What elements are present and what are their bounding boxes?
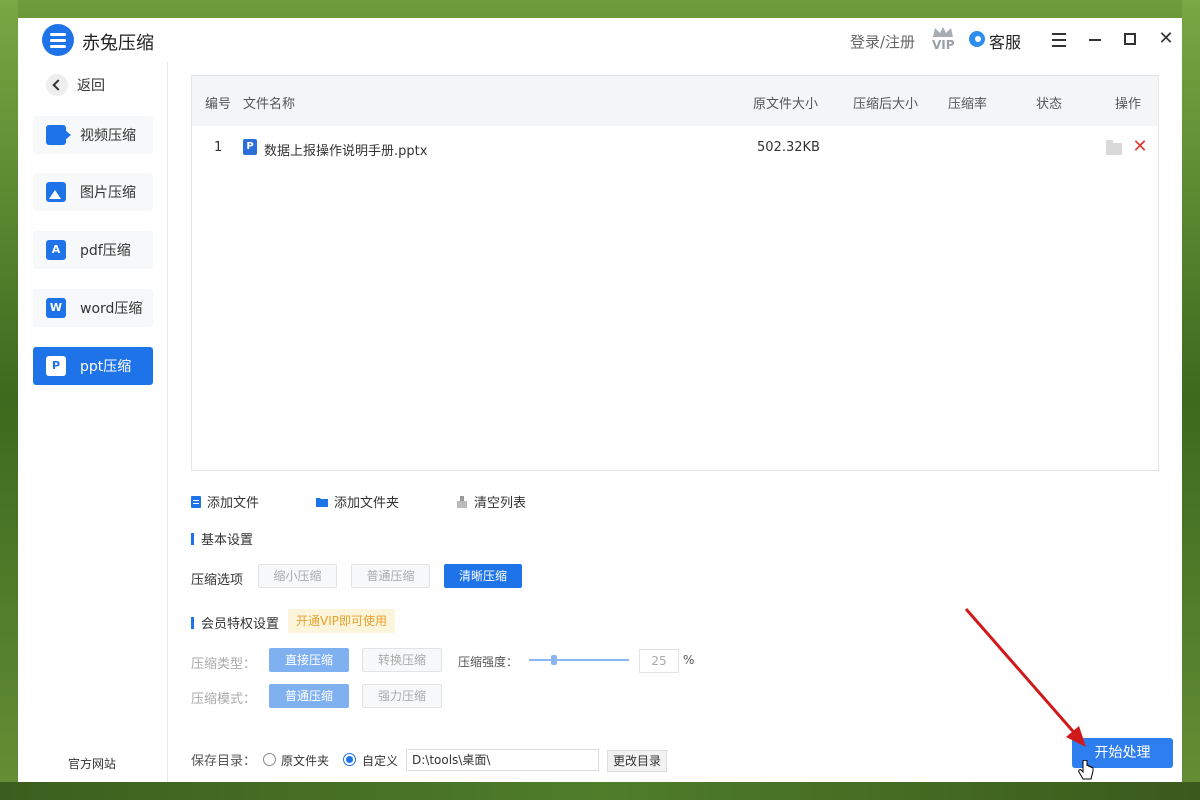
maximize-button[interactable] <box>1117 26 1143 52</box>
sidebar-item-label: 视频压缩 <box>80 128 136 144</box>
shrink-compress-button[interactable]: 缩小压缩 <box>258 564 337 588</box>
pptx-file-icon: P <box>243 139 257 155</box>
broom-icon <box>457 495 467 508</box>
table-row[interactable]: 1 P 数据上报操作说明手册.pptx 502.32KB ✕ <box>192 126 1158 168</box>
compress-mode-label: 压缩模式： <box>191 692 257 707</box>
section-marker <box>191 532 194 545</box>
vip-label: VIP <box>932 38 955 52</box>
image-icon <box>46 182 66 202</box>
sidebar-item-word[interactable]: W word压缩 <box>33 289 153 327</box>
vip-settings-title: 会员特权设置 <box>191 613 279 632</box>
strength-input[interactable]: 25 <box>639 649 679 673</box>
section-title-text: 会员特权设置 <box>201 617 280 632</box>
app-logo-icon <box>42 24 74 56</box>
official-website-link[interactable]: 官方网站 <box>68 755 116 772</box>
folder-icon <box>316 497 328 507</box>
background-left <box>0 0 18 800</box>
column-header: 编号 <box>205 97 232 112</box>
minimize-button[interactable] <box>1082 26 1108 52</box>
app-window: 赤兔压缩 登录/注册 VIP 客服 ✕ 返回 视频压缩 图片压缩 A pdf压缩… <box>18 18 1182 782</box>
delete-icon[interactable]: ✕ <box>1131 138 1149 156</box>
direct-compress-button[interactable]: 直接压缩 <box>269 648 349 672</box>
add-file-button[interactable]: 添加文件 <box>191 492 259 511</box>
normal-mode-button[interactable]: 普通压缩 <box>269 684 349 708</box>
table-header: 编号 文件名称 原文件大小 压缩后大小 压缩率 状态 操作 <box>192 76 1158 126</box>
save-path-input[interactable]: D:\tools\桌面\ <box>406 749 599 771</box>
back-arrow-icon <box>46 74 68 96</box>
custom-folder-label: 自定义 <box>362 754 399 768</box>
add-folder-button[interactable]: 添加文件夹 <box>316 492 399 511</box>
sidebar-item-image[interactable]: 图片压缩 <box>33 173 153 211</box>
change-directory-button[interactable]: 更改目录 <box>607 750 667 772</box>
sidebar-item-video[interactable]: 视频压缩 <box>33 116 153 154</box>
video-icon <box>46 125 71 145</box>
close-button[interactable]: ✕ <box>1153 26 1179 52</box>
vip-crown-icon[interactable]: VIP <box>930 26 956 54</box>
menu-button[interactable] <box>1046 26 1072 52</box>
clear-list-label: 清空列表 <box>474 496 527 511</box>
add-file-label: 添加文件 <box>207 496 260 511</box>
file-table: 编号 文件名称 原文件大小 压缩后大小 压缩率 状态 操作 1 P 数据上报操作… <box>191 75 1159 471</box>
original-folder-label: 原文件夹 <box>281 754 330 768</box>
strength-slider-handle[interactable] <box>551 655 557 665</box>
vip-unlock-badge[interactable]: 开通VIP即可使用 <box>288 609 395 633</box>
pdf-icon: A <box>46 240 66 260</box>
original-size: 502.32KB <box>757 140 820 155</box>
normal-compress-button[interactable]: 普通压缩 <box>351 564 430 588</box>
sidebar-item-ppt[interactable]: P ppt压缩 <box>33 347 153 385</box>
strength-slider-track[interactable] <box>529 659 629 661</box>
column-header: 操作 <box>1115 97 1142 112</box>
save-directory-label: 保存目录： <box>191 754 257 769</box>
original-folder-radio[interactable] <box>263 753 276 766</box>
login-register-link[interactable]: 登录/注册 <box>850 31 915 52</box>
sidebar-item-label: 图片压缩 <box>80 185 136 201</box>
clear-compress-button[interactable]: 清晰压缩 <box>444 564 522 588</box>
compress-type-label: 压缩类型： <box>191 657 257 672</box>
background-bottom <box>0 782 1200 800</box>
sidebar-item-label: word压缩 <box>80 301 143 317</box>
row-index: 1 <box>214 140 223 155</box>
file-icon <box>191 495 201 508</box>
sidebar-item-pdf[interactable]: A pdf压缩 <box>33 231 153 269</box>
back-button[interactable]: 返回 <box>46 72 105 98</box>
column-header: 文件名称 <box>243 97 296 112</box>
ppt-icon: P <box>46 356 66 376</box>
convert-compress-button[interactable]: 转换压缩 <box>362 648 442 672</box>
crown-icon <box>933 27 953 37</box>
back-label: 返回 <box>77 78 105 94</box>
column-header: 压缩率 <box>948 97 988 112</box>
word-icon: W <box>46 298 66 318</box>
section-marker <box>191 616 194 629</box>
column-header: 压缩后大小 <box>853 97 919 112</box>
basic-settings-title: 基本设置 <box>191 529 253 548</box>
column-header: 状态 <box>1036 97 1063 112</box>
clear-list-button[interactable]: 清空列表 <box>456 492 526 511</box>
sidebar-item-label: ppt压缩 <box>80 359 132 375</box>
compress-option-label: 压缩选项 <box>191 573 244 588</box>
section-title-text: 基本设置 <box>201 533 254 548</box>
file-name: 数据上报操作说明手册.pptx <box>264 144 428 159</box>
hand-cursor-icon <box>1078 760 1094 780</box>
sidebar: 返回 视频压缩 图片压缩 A pdf压缩 W word压缩 P ppt压缩 官方… <box>18 62 168 782</box>
app-title: 赤兔压缩 <box>82 33 154 54</box>
custom-folder-radio[interactable] <box>343 753 356 766</box>
open-folder-icon[interactable] <box>1106 140 1122 155</box>
background-right <box>1182 0 1200 800</box>
strong-mode-button[interactable]: 强力压缩 <box>362 684 442 708</box>
title-bar: 赤兔压缩 登录/注册 VIP 客服 ✕ <box>18 18 1182 62</box>
customer-service-icon[interactable] <box>969 31 985 47</box>
strength-unit: % <box>683 653 695 667</box>
add-folder-label: 添加文件夹 <box>334 496 400 511</box>
customer-service-link[interactable]: 客服 <box>989 29 1021 53</box>
sidebar-item-label: pdf压缩 <box>80 243 131 259</box>
strength-label: 压缩强度： <box>458 655 519 669</box>
column-header: 原文件大小 <box>753 97 819 112</box>
